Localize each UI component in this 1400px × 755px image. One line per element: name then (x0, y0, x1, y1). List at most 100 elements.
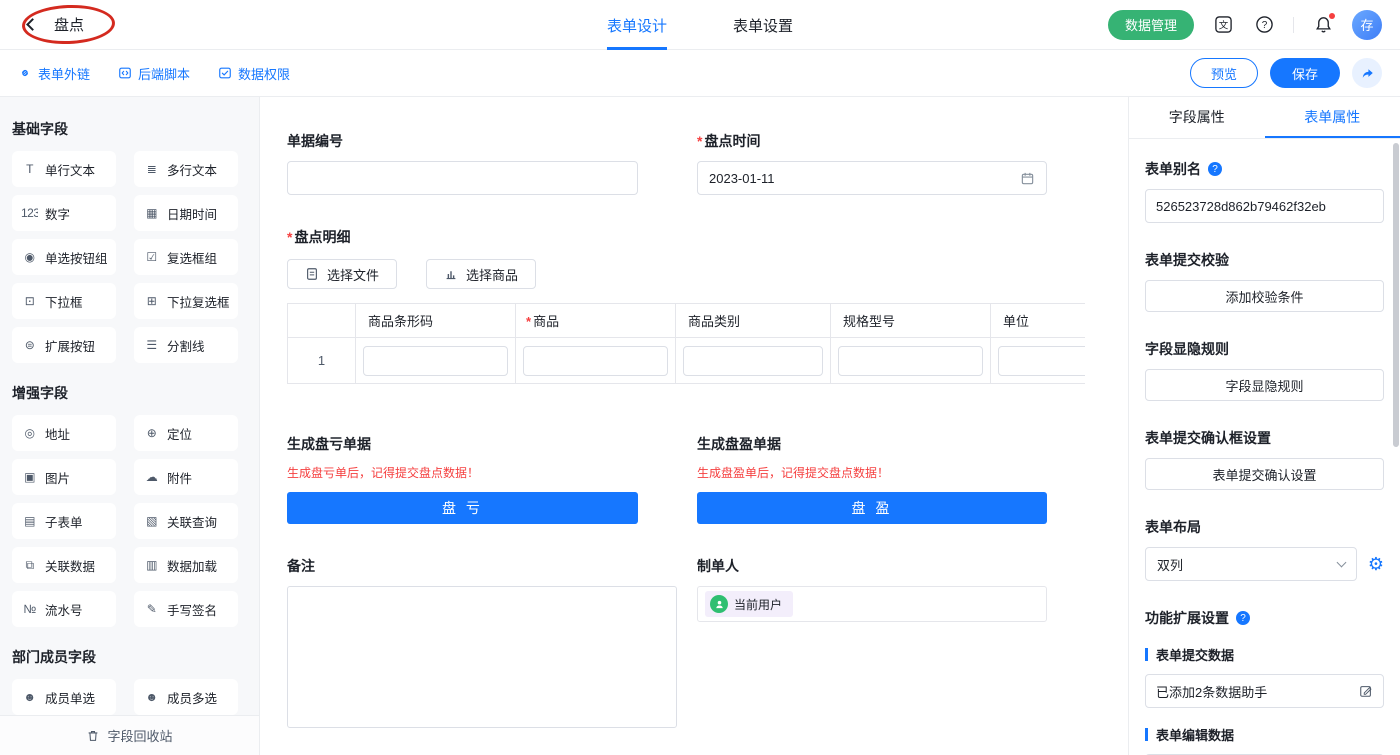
avatar[interactable]: 存 (1352, 10, 1382, 40)
select-goods-button[interactable]: 选择商品 (426, 259, 536, 289)
field-library-item[interactable]: ⊕ 定位 (134, 415, 238, 451)
field-inventory-date[interactable]: * 盘点时间 2023-01-11 (697, 131, 1047, 195)
field-generate-loss[interactable]: 生成盘亏单据 生成盘亏单后，记得提交盘点数据！ 盘 亏 (287, 434, 638, 524)
field-library-item[interactable]: ☻ 成员多选 (134, 679, 238, 715)
tab-form-properties[interactable]: 表单属性 (1265, 97, 1400, 138)
select-goods-label: 选择商品 (466, 265, 518, 284)
script-icon (118, 66, 132, 80)
field-generate-gain[interactable]: 生成盘盈单据 生成盘盈单后，记得提交盘点数据！ 盘 盈 (697, 434, 1047, 524)
tab-form-design[interactable]: 表单设计 (607, 0, 667, 50)
tab-form-settings[interactable]: 表单设置 (733, 0, 793, 50)
column-header-label: 商品条形码 (368, 314, 433, 329)
field-library-item[interactable]: № 流水号 (12, 591, 116, 627)
back-button[interactable] (18, 13, 42, 37)
field-library-item[interactable]: ⧉ 关联数据 (12, 547, 116, 583)
submit-confirm-button[interactable]: 表单提交确认设置 (1145, 458, 1384, 490)
field-item-label: 成员多选 (167, 688, 217, 707)
add-validation-button[interactable]: 添加校验条件 (1145, 280, 1384, 312)
loss-button[interactable]: 盘 亏 (287, 492, 638, 524)
visibility-rules-button[interactable]: 字段显隐规则 (1145, 369, 1384, 401)
doc-number-input[interactable] (287, 161, 638, 195)
detail-table-wrap: 商品条形码 *商品 商品类别 规格型号 单位 (287, 303, 1085, 384)
creator-input[interactable]: 当前用户 (697, 586, 1047, 622)
serial-number-icon: № (21, 602, 38, 616)
external-link-button[interactable]: 表单外链 (18, 64, 90, 83)
gain-button[interactable]: 盘 盈 (697, 492, 1047, 524)
field-item-label: 地址 (45, 424, 70, 443)
field-creator[interactable]: 制单人 当前用户 (697, 556, 1047, 728)
field-library-item[interactable]: ☑ 复选框组 (134, 239, 238, 275)
backend-script-button[interactable]: 后端脚本 (118, 64, 190, 83)
field-library-item[interactable]: ≣ 多行文本 (134, 151, 238, 187)
file-icon (305, 267, 319, 281)
scrollbar[interactable] (1393, 143, 1399, 447)
help-button[interactable]: ? (1252, 13, 1276, 37)
signature-icon: ✎ (143, 602, 160, 616)
help-icon[interactable]: ? (1236, 611, 1250, 625)
field-item-label: 手写签名 (167, 600, 217, 619)
linked-data-icon: ⧉ (21, 558, 38, 573)
share-arrow-icon (1360, 66, 1375, 81)
tab-field-properties[interactable]: 字段属性 (1129, 97, 1265, 138)
save-button[interactable]: 保存 (1270, 58, 1340, 88)
blue-bar (1145, 648, 1148, 661)
inventory-detail-label-text: 盘点明细 (294, 227, 350, 247)
field-library-item[interactable]: ⊡ 下拉框 (12, 283, 116, 319)
table-cell-input[interactable] (523, 346, 668, 376)
share-button[interactable] (1352, 58, 1382, 88)
field-item-label: 关联查询 (167, 512, 217, 531)
edit-icon[interactable] (1359, 684, 1373, 698)
submit-data-box[interactable]: 已添加2条数据助手 (1145, 674, 1384, 708)
help-icon[interactable]: ? (1208, 162, 1222, 176)
table-column-header: 商品类别 (676, 304, 831, 338)
data-manage-button[interactable]: 数据管理 (1108, 10, 1194, 40)
data-permission-button[interactable]: 数据权限 (218, 64, 290, 83)
svg-text:文: 文 (1218, 19, 1228, 31)
section-visibility-rules: 字段显隐规则 字段显隐规则 (1145, 339, 1384, 401)
table-cell (516, 338, 676, 384)
field-recycle-bin[interactable]: 字段回收站 (0, 715, 259, 755)
enhanced-fields-grid: ◎ 地址 ⊕ 定位 ▣ 图片 (12, 415, 247, 627)
field-library-item[interactable]: ◎ 地址 (12, 415, 116, 451)
header-bar: 盘点 表单设计 表单设置 数据管理 文 ? (0, 0, 1400, 50)
field-library-item[interactable]: ⊞ 下拉复选框 (134, 283, 238, 319)
select-file-button[interactable]: 选择文件 (287, 259, 397, 289)
inventory-date-input[interactable]: 2023-01-11 (697, 161, 1047, 195)
link-icon (18, 66, 32, 80)
member-multi-select-icon: ☻ (143, 690, 160, 704)
field-library-item[interactable]: ✎ 手写签名 (134, 591, 238, 627)
field-library-item[interactable]: ⊜ 扩展按钮 (12, 327, 116, 363)
table-cell-input[interactable] (838, 346, 983, 376)
field-library-item[interactable]: ▦ 日期时间 (134, 195, 238, 231)
field-doc-number[interactable]: 单据编号 (287, 131, 638, 195)
field-library-item[interactable]: ☁ 附件 (134, 459, 238, 495)
field-remark[interactable]: 备注 (287, 556, 638, 728)
table-cell-input[interactable] (998, 346, 1085, 376)
edit-data-label-text: 表单编辑数据 (1156, 725, 1234, 744)
gear-icon[interactable]: ⚙ (1368, 555, 1384, 573)
form-title[interactable]: 盘点 (54, 14, 84, 35)
field-inventory-detail[interactable]: * 盘点明细 选择文件 (287, 227, 1085, 384)
table-cell-input[interactable] (363, 346, 508, 376)
table-cell (831, 338, 991, 384)
field-library-item[interactable]: ▤ 子表单 (12, 503, 116, 539)
field-library-item[interactable]: ▣ 图片 (12, 459, 116, 495)
remark-textarea[interactable] (287, 586, 677, 728)
field-library-item[interactable]: ▧ 关联查询 (134, 503, 238, 539)
field-library-item[interactable]: T 单行文本 (12, 151, 116, 187)
field-library-item[interactable]: ☰ 分割线 (134, 327, 238, 363)
header-left: 盘点 (18, 13, 84, 37)
form-alias-input[interactable]: 526523728d862b79462f32eb (1145, 189, 1384, 223)
blue-bar (1145, 728, 1148, 741)
field-library-item[interactable]: ◉ 单选按钮组 (12, 239, 116, 275)
preview-button[interactable]: 预览 (1190, 58, 1258, 88)
field-library-item[interactable]: ☻ 成员单选 (12, 679, 116, 715)
table-cell-input[interactable] (683, 346, 823, 376)
layout-select[interactable]: 双列 (1145, 547, 1357, 581)
chevron-left-icon (26, 18, 39, 31)
notification-button[interactable] (1311, 13, 1335, 37)
field-library-item[interactable]: ▥ 数据加载 (134, 547, 238, 583)
field-library-item[interactable]: 123 数字 (12, 195, 116, 231)
translate-button[interactable]: 文 (1211, 13, 1235, 37)
field-item-label: 关联数据 (45, 556, 95, 575)
